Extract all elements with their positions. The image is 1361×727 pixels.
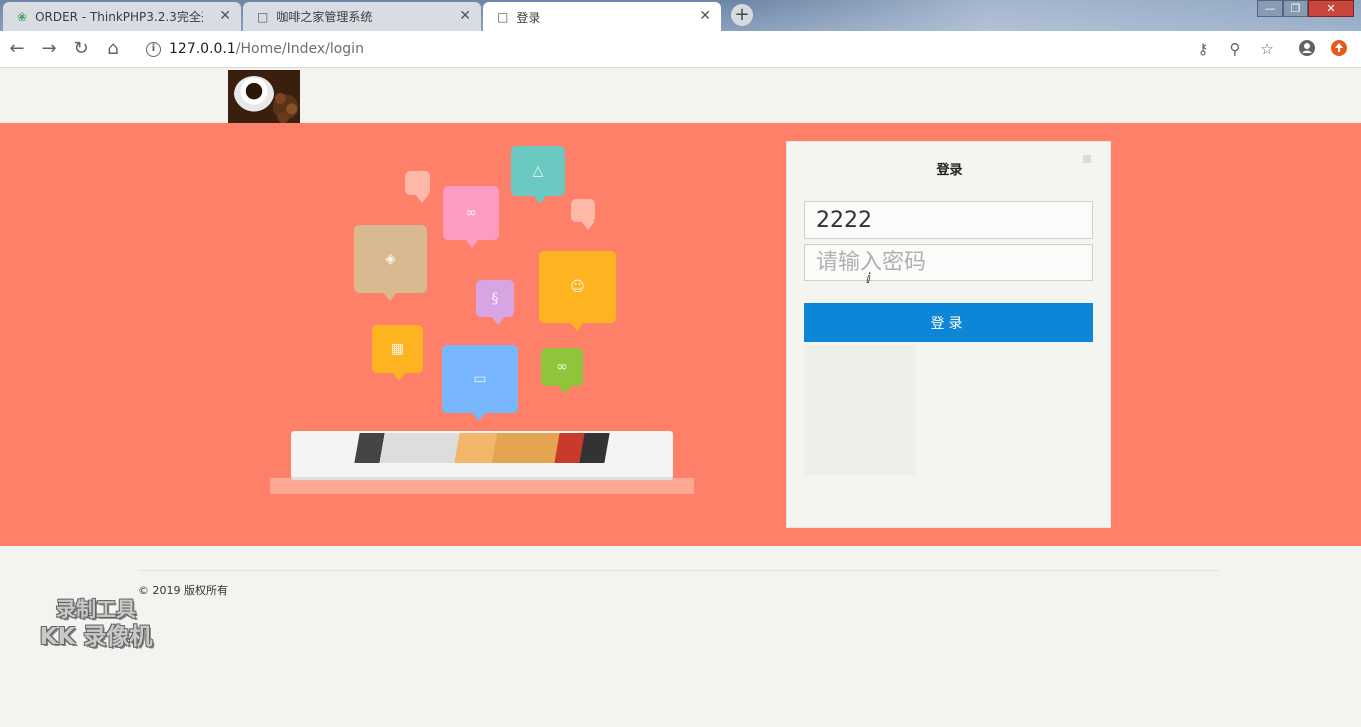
page-icon: □ bbox=[497, 10, 509, 24]
coffee-beans-icon bbox=[272, 88, 300, 123]
browser-tab-coffee-admin[interactable]: □ 咖啡之家管理系统 ✕ bbox=[243, 2, 481, 31]
candy-icon: ∞ bbox=[465, 205, 477, 221]
profile-icon[interactable] bbox=[1297, 39, 1317, 59]
coffee-logo[interactable] bbox=[228, 70, 300, 123]
tab-title: 登录 bbox=[516, 10, 541, 25]
forward-arrow-icon[interactable]: → bbox=[38, 38, 60, 60]
card-corner-mark bbox=[1083, 155, 1091, 163]
url-host: 127.0.0.1 bbox=[169, 41, 236, 57]
chat-bubble-green: ∞ bbox=[541, 348, 583, 394]
username-input[interactable] bbox=[804, 201, 1093, 239]
browser-tab-order[interactable]: ❀ ORDER - ThinkPHP3.2.3完全开 ✕ bbox=[3, 2, 241, 31]
password-input[interactable] bbox=[804, 244, 1093, 281]
chain-icon: ∞ bbox=[556, 359, 568, 375]
smiley-icon: ☺ bbox=[570, 279, 585, 295]
browser-tab-bar: ❀ ORDER - ThinkPHP3.2.3完全开 ✕ □ 咖啡之家管理系统 … bbox=[0, 0, 1361, 32]
tablet-screen bbox=[354, 433, 610, 463]
frame-icon: ▦ bbox=[390, 341, 405, 357]
leaf-icon: ❀ bbox=[17, 9, 28, 24]
message-icon: ▭ bbox=[473, 371, 487, 387]
chat-bubble-purple: § bbox=[476, 280, 514, 325]
login-form: 登录 ⅈ 登录 bbox=[786, 141, 1111, 528]
site-header bbox=[0, 69, 1361, 123]
window-minimize-button[interactable]: — bbox=[1257, 0, 1283, 17]
window-maximize-button[interactable]: ❐ bbox=[1283, 0, 1308, 17]
chat-bubble-small bbox=[405, 171, 430, 203]
tab-title: ORDER - ThinkPHP3.2.3完全开 bbox=[35, 10, 204, 24]
reload-icon[interactable]: ↻ bbox=[70, 38, 92, 60]
close-tab-icon[interactable]: ✕ bbox=[699, 8, 711, 24]
new-tab-button[interactable]: + bbox=[731, 4, 753, 26]
chat-bubble-tan: ◈ bbox=[354, 225, 427, 301]
zoom-icon[interactable]: ⚲ bbox=[1225, 39, 1245, 59]
food-icon: ◈ bbox=[385, 251, 396, 267]
browser-toolbar: ← → ↻ ⌂ i 127.0.0.1/Home/Index/login ⚷ ⚲… bbox=[0, 31, 1361, 68]
login-title: 登录 bbox=[936, 163, 963, 178]
url-path: /Home/Index/login bbox=[235, 41, 364, 57]
hero-illustration: △ ∞ ◈ ☺ § ▦ ▭ ∞ bbox=[260, 140, 710, 500]
chat-bubble-pink: ∞ bbox=[443, 186, 499, 248]
chat-bubble-blue: ▭ bbox=[442, 345, 518, 421]
chat-bubble-yellow: ☺ bbox=[539, 251, 616, 331]
tablet-shadow bbox=[270, 478, 694, 494]
chat-bubble-small bbox=[571, 199, 595, 230]
watermark-line1: 录制工具 bbox=[56, 597, 136, 621]
shape-icon: △ bbox=[532, 163, 544, 179]
star-icon[interactable]: ☆ bbox=[1257, 39, 1277, 59]
address-bar[interactable]: i 127.0.0.1/Home/Index/login bbox=[136, 35, 1186, 64]
tab-title: 咖啡之家管理系统 bbox=[276, 10, 373, 24]
info-icon[interactable]: i bbox=[146, 42, 161, 57]
window-close-button[interactable]: ✕ bbox=[1308, 0, 1354, 17]
close-tab-icon[interactable]: ✕ bbox=[459, 8, 471, 24]
chat-bubble-teal: △ bbox=[511, 146, 565, 204]
watermark-line2: KK 录像机 bbox=[39, 624, 153, 650]
back-arrow-icon[interactable]: ← bbox=[6, 38, 28, 60]
link-icon: § bbox=[491, 290, 499, 307]
coffee-cup-icon bbox=[234, 76, 274, 112]
url-text[interactable]: 127.0.0.1/Home/Index/login bbox=[169, 41, 364, 57]
browser-tab-login[interactable]: □ 登录 ✕ bbox=[483, 2, 721, 32]
text-cursor-icon: ⅈ bbox=[866, 271, 871, 287]
footer-divider bbox=[138, 570, 1219, 571]
close-tab-icon[interactable]: ✕ bbox=[219, 8, 231, 24]
page-icon: □ bbox=[257, 9, 269, 24]
login-button[interactable]: 登录 bbox=[804, 303, 1093, 342]
extension-icon[interactable] bbox=[1329, 39, 1349, 59]
home-icon[interactable]: ⌂ bbox=[102, 38, 124, 60]
key-icon[interactable]: ⚷ bbox=[1193, 39, 1213, 59]
recorder-watermark: 录制工具 KK 录像机 bbox=[26, 596, 166, 652]
card-shadow-area bbox=[804, 345, 916, 475]
chat-bubble-orange: ▦ bbox=[372, 325, 423, 381]
